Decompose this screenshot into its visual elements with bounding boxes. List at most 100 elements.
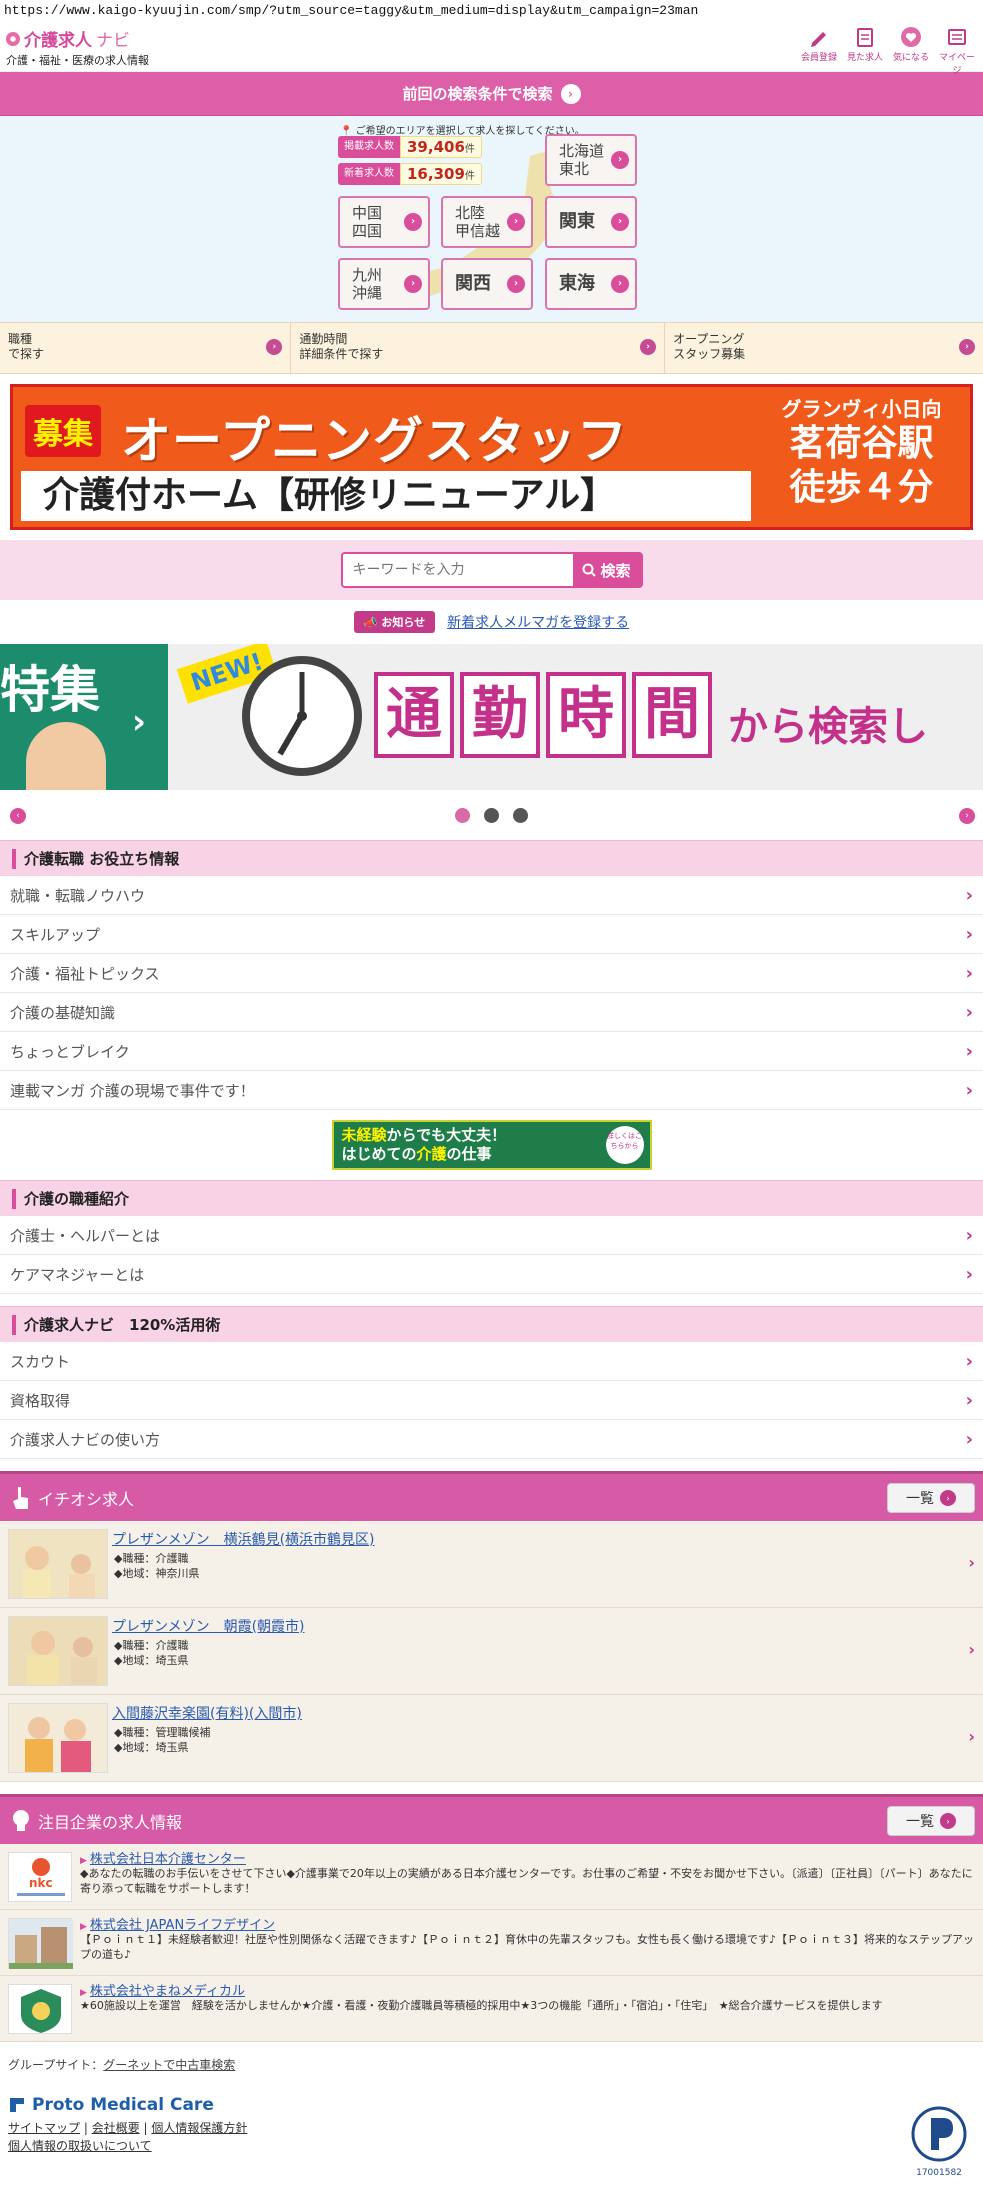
- favorites-button[interactable]: 気になる: [889, 26, 933, 76]
- list-item[interactable]: スキルアップ ›: [0, 915, 983, 954]
- job-row[interactable]: プレザンメゾン 朝霞(朝霞市) ◆職種：介護職 ◆地域：埼玉県 ›: [0, 1608, 983, 1695]
- section-bar: [12, 848, 16, 869]
- featured-jobs-list-button[interactable]: 一覧 ›: [887, 1483, 975, 1513]
- job-row[interactable]: プレザンメゾン 横浜鶴見(横浜市鶴見区) ◆職種：介護職 ◆地域：神奈川県 ›: [0, 1521, 983, 1608]
- logo-text: 介護求人 ナビ: [6, 26, 149, 51]
- kanji-ji: 時: [546, 672, 626, 758]
- nav-label-1: 職種: [8, 332, 33, 346]
- list-item[interactable]: スカウト ›: [0, 1342, 983, 1381]
- member-register-label: 会員登録: [800, 53, 837, 63]
- arrow-right-icon: ›: [611, 213, 629, 231]
- arrow-right-icon: ›: [507, 275, 525, 293]
- company-row[interactable]: nkc 株式会社日本介護センター ◆あなたの転職のお手伝いをさせて下さい◆介護事…: [0, 1844, 983, 1910]
- carousel-current-slide: NEW! 通 勤 時 間 から検索し: [168, 644, 983, 790]
- list-item[interactable]: 連載マンガ 介護の現場で事件です！ ›: [0, 1071, 983, 1110]
- region-tokai[interactable]: 東海 ›: [545, 258, 637, 310]
- list-item[interactable]: ケアマネジャーとは ›: [0, 1255, 983, 1294]
- search-box: 検索: [340, 552, 643, 588]
- list-item-label: 連載マンガ 介護の現場で事件です！: [10, 1081, 255, 1100]
- featured-jobs-header: イチオシ求人 一覧 ›: [0, 1471, 983, 1521]
- company-name-link[interactable]: 株式会社やまねメディカル: [80, 1980, 245, 1999]
- group-site-label: グループサイト：: [8, 2058, 104, 2072]
- job-row[interactable]: 入間藤沢幸楽園(有料)(入間市) ◆職種：管理職候補 ◆地域：埼玉県 ›: [0, 1695, 983, 1782]
- list-button-label: 一覧: [906, 1814, 934, 1830]
- chevron-right-icon: ›: [965, 1350, 973, 1372]
- search-button[interactable]: 検索: [572, 554, 641, 586]
- companies-list-button[interactable]: 一覧 ›: [887, 1806, 975, 1836]
- region-hokuriku-koshinetsu[interactable]: 北陸 甲信越 ›: [441, 196, 533, 248]
- pmc-logo-icon: [10, 2098, 24, 2112]
- job-title-link[interactable]: 入間藤沢幸楽園(有料)(入間市): [112, 1703, 302, 1723]
- company-row[interactable]: 株式会社やまねメディカル ★60施設以上を運営 経験を活かしませんか★介護・看護…: [0, 1976, 983, 2042]
- job-type: ◆職種：介護職: [114, 1552, 189, 1565]
- list-button-label: 一覧: [906, 1491, 934, 1507]
- building-photo-icon: [9, 1919, 73, 1969]
- viewed-jobs-button[interactable]: 見た求人: [843, 26, 887, 76]
- list-item[interactable]: 就職・転職ノウハウ ›: [0, 876, 983, 915]
- list-item[interactable]: 介護求人ナビの使い方 ›: [0, 1420, 983, 1459]
- section-title: 介護求人ナビ 120%活用術: [24, 1316, 221, 1334]
- carousel-next-button[interactable]: ›: [959, 808, 975, 824]
- pointing-hand-icon: [13, 1486, 28, 1509]
- posted-count-row: 掲載求人数 39,406件: [338, 136, 482, 158]
- company-name-link[interactable]: 株式会社 JAPANライフデザイン: [80, 1914, 275, 1933]
- carousel-dot[interactable]: [484, 808, 499, 823]
- commute-search-carousel[interactable]: 特集 › NEW! 通 勤 時 間 から検索し: [0, 644, 983, 790]
- opening-staff-banner[interactable]: 募集 オープニングスタッフ 介護付ホーム【研修リニューアル】 グランヴィ小日向 …: [10, 384, 973, 530]
- chevron-right-icon: ›: [965, 1263, 973, 1285]
- sitemap-link[interactable]: サイトマップ: [8, 2121, 80, 2135]
- list-item[interactable]: 資格取得 ›: [0, 1381, 983, 1420]
- mypage-button[interactable]: マイページ: [935, 26, 979, 76]
- job-title-link[interactable]: プレザンメゾン 朝霞(朝霞市): [112, 1616, 305, 1636]
- banner-title: オープニングスタッフ: [121, 412, 628, 470]
- region-kanto[interactable]: 関東 ›: [545, 196, 637, 248]
- company-row[interactable]: 株式会社 JAPANライフデザイン 【Ｐｏｉｎｔ１】未経験者歓迎！社歴や性別関係…: [0, 1910, 983, 1976]
- arrow-right-icon: ›: [940, 1813, 956, 1829]
- svg-text:nkc: nkc: [29, 1876, 53, 1890]
- privacy-policy-link[interactable]: 個人情報保護方針: [151, 2121, 247, 2135]
- region-chugoku-shikoku[interactable]: 中国 四国 ›: [338, 196, 430, 248]
- chevron-right-icon: ›: [965, 884, 973, 906]
- region-kansai[interactable]: 関西 ›: [441, 258, 533, 310]
- group-site-link[interactable]: グーネットで中古車検索: [103, 2058, 235, 2072]
- company-overview-link[interactable]: 会社概要: [92, 2121, 140, 2135]
- nav-label-1: 通勤時間: [299, 332, 348, 346]
- list-item[interactable]: 介護の基礎知識 ›: [0, 993, 983, 1032]
- job-photo-icon: [9, 1617, 107, 1685]
- region-hokkaido-tohoku[interactable]: 北海道 東北 ›: [545, 134, 637, 186]
- region-kyushu-okinawa[interactable]: 九州 沖縄 ›: [338, 258, 430, 310]
- arrow-right-icon: ›: [959, 339, 975, 355]
- list-item[interactable]: 介護・福祉トピックス ›: [0, 954, 983, 993]
- group-site: グループサイト：グーネットで中古車検索: [8, 2056, 975, 2073]
- personal-info-link[interactable]: 個人情報の取扱いについて: [8, 2139, 152, 2153]
- keyword-search-input[interactable]: [342, 554, 573, 586]
- carousel-prev-button[interactable]: ‹: [10, 808, 26, 824]
- list-item-label: 介護の基礎知識: [10, 1003, 116, 1022]
- mb-line2a: はじめての: [341, 1145, 417, 1163]
- search-by-commute[interactable]: 通勤時間 詳細条件で探す ›: [291, 323, 666, 373]
- carousel-dot[interactable]: [513, 808, 528, 823]
- newsletter-link[interactable]: 新着求人メルマガを登録する: [447, 612, 629, 632]
- posted-count-value: 39,406件: [400, 136, 482, 158]
- banner-left: 募集 オープニングスタッフ 介護付ホーム【研修リニューアル】: [21, 395, 761, 521]
- nav-label-2: で探す: [8, 347, 45, 361]
- region-label: 九州 沖縄: [352, 266, 383, 302]
- search-by-occupation[interactable]: 職種 で探す ›: [0, 323, 292, 373]
- first-care-job-banner[interactable]: 未経験からでも大丈夫！ はじめての介護の仕事 詳しくはこちらから: [331, 1120, 652, 1170]
- site-logo[interactable]: 介護求人 ナビ 介護・福祉・医療の求人情報: [6, 26, 149, 68]
- opening-staff[interactable]: オープニング スタッフ募集 ›: [665, 323, 983, 373]
- job-thumbnail: [8, 1616, 108, 1686]
- kanji-kin: 勤: [460, 672, 540, 758]
- lightbulb-icon: [13, 1809, 29, 1831]
- job-title-link[interactable]: プレザンメゾン 横浜鶴見(横浜市鶴見区): [112, 1529, 375, 1549]
- list-item[interactable]: 介護士・ヘルパーとは ›: [0, 1216, 983, 1255]
- company-name-link[interactable]: 株式会社日本介護センター: [80, 1848, 246, 1867]
- list-item[interactable]: ちょっとブレイク ›: [0, 1032, 983, 1071]
- list-item-label: 介護求人ナビの使い方: [10, 1430, 161, 1449]
- carousel-dot[interactable]: [455, 808, 470, 823]
- member-register-button[interactable]: 会員登録: [797, 26, 841, 76]
- mypage-icon: [948, 29, 966, 45]
- previous-search-button[interactable]: 前回の検索条件で検索 ›: [0, 72, 983, 116]
- chevron-right-icon: ›: [968, 1553, 975, 1572]
